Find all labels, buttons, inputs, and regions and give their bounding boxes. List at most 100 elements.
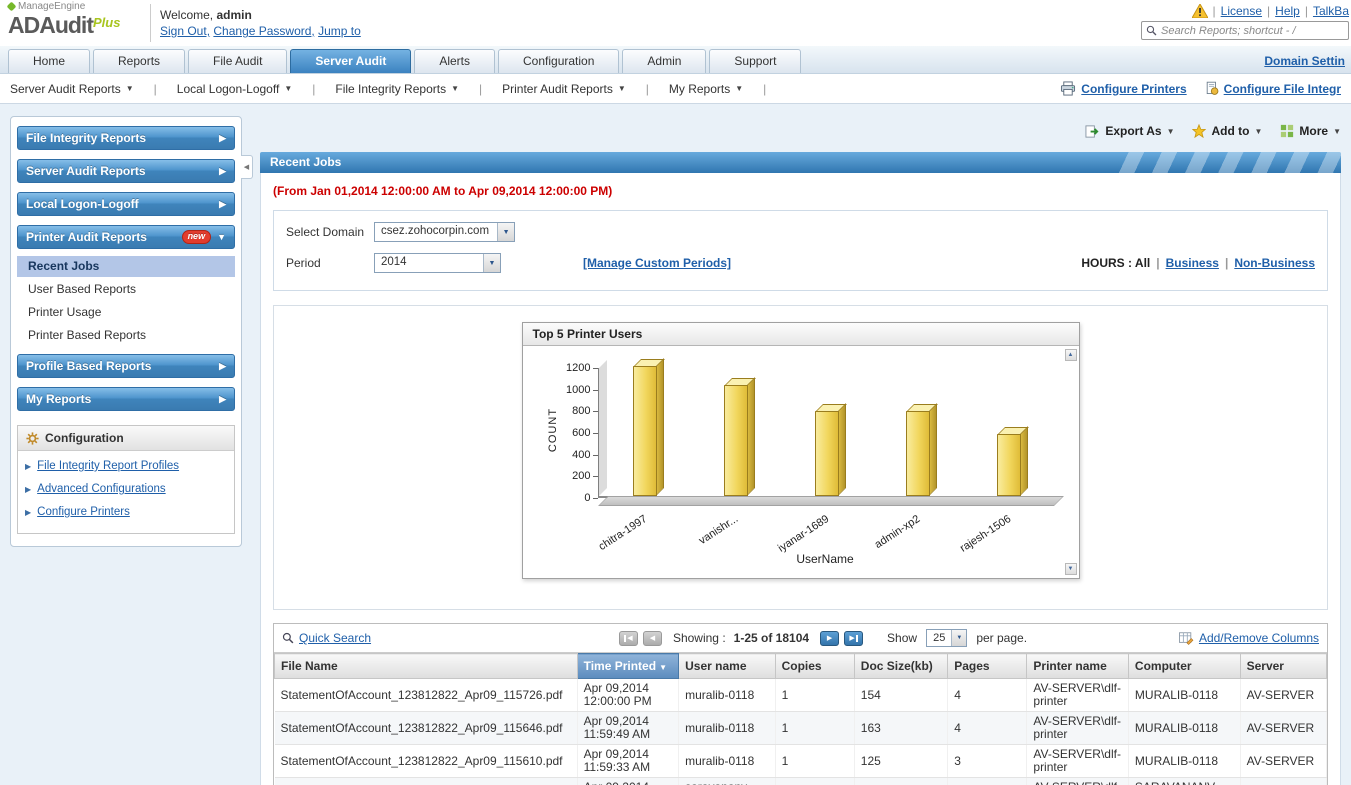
sidebar-subitem-user-based-reports[interactable]: User Based Reports: [17, 279, 235, 300]
search-box[interactable]: [1141, 21, 1349, 40]
add-remove-columns-link[interactable]: Add/Remove Columns: [1199, 631, 1319, 645]
period-select[interactable]: 2014 ▼: [374, 253, 501, 273]
table-cell: 3342: [854, 778, 947, 785]
table-cell: AV-SERVER: [1240, 745, 1326, 778]
column-header-pages[interactable]: Pages: [948, 654, 1027, 679]
manage-custom-periods-link[interactable]: [Manage Custom Periods]: [583, 256, 731, 270]
chevron-down-icon: ▼: [451, 84, 459, 93]
brand-plus-label: Plus: [93, 15, 120, 30]
sidebar-subitem-printer-based-reports[interactable]: Printer Based Reports: [17, 325, 235, 346]
config-link-configure-printers[interactable]: ▶ Configure Printers: [25, 506, 227, 518]
chevron-right-icon: ▶: [219, 199, 226, 210]
main-content: Export As▼ Add to▼ More▼ Recent Jobs (Fr…: [242, 116, 1351, 785]
search-input[interactable]: [1161, 25, 1344, 37]
menu-file-integrity-reports[interactable]: File Integrity Reports▼: [335, 82, 459, 96]
y-axis-tick: [593, 498, 598, 499]
add-to-button[interactable]: Add to▼: [1192, 124, 1262, 138]
change-password-link[interactable]: Change Password,: [213, 24, 314, 38]
talkback-link[interactable]: TalkBa: [1313, 4, 1349, 18]
y-axis-tick-label: 600: [551, 427, 591, 439]
sidebar-subitem-recent-jobs[interactable]: Recent Jobs: [17, 256, 235, 277]
grid-icon: [1280, 124, 1294, 138]
jump-to-link[interactable]: Jump to: [318, 24, 361, 38]
pagination-first-button[interactable]: ◀: [619, 631, 638, 646]
sidebar-item-profile-based-reports[interactable]: Profile Based Reports▶: [17, 354, 235, 378]
menu-my-reports[interactable]: My Reports▼: [669, 82, 743, 96]
chevron-right-icon: ▶: [219, 166, 226, 177]
tab-server-audit[interactable]: Server Audit: [290, 49, 411, 73]
file-gear-icon: [1205, 81, 1219, 96]
main-nav: Home Reports File Audit Server Audit Ale…: [0, 46, 1351, 74]
column-header-time-printed[interactable]: Time Printed▼: [577, 654, 679, 679]
chart-plot: [598, 368, 1053, 498]
chart-title: Top 5 Printer Users: [523, 323, 1079, 346]
sidebar-item-printer-audit-reports[interactable]: Printer Audit Reports new ▼: [17, 225, 235, 249]
column-header-printer-name[interactable]: Printer name: [1027, 654, 1129, 679]
showing-label: Showing :: [673, 631, 726, 645]
tab-admin[interactable]: Admin: [622, 49, 706, 73]
show-label: Show: [887, 631, 917, 645]
configure-printers-button[interactable]: Configure Printers: [1060, 81, 1186, 96]
table-cell: 1: [775, 778, 854, 785]
chart-scroll-down-button[interactable]: ▼: [1065, 563, 1077, 575]
column-header-user-name[interactable]: User name: [679, 654, 775, 679]
table-cell: AV-SERVER: [1240, 778, 1326, 785]
more-button[interactable]: More▼: [1280, 124, 1341, 138]
table-cell: 1: [775, 679, 854, 712]
column-header-doc-size[interactable]: Doc Size(kb): [854, 654, 947, 679]
sign-out-link[interactable]: Sign Out,: [160, 24, 210, 38]
license-link[interactable]: License: [1221, 4, 1262, 18]
hours-business-link[interactable]: Business: [1166, 256, 1219, 270]
domain-select[interactable]: csez.zohocorpin.com ▼: [374, 222, 515, 242]
sidebar-item-server-audit-reports[interactable]: Server Audit Reports▶: [17, 159, 235, 183]
sidebar-collapse-handle[interactable]: ◀: [241, 155, 253, 179]
column-header-server[interactable]: Server: [1240, 654, 1326, 679]
tab-configuration[interactable]: Configuration: [498, 49, 619, 73]
help-link[interactable]: Help: [1275, 4, 1300, 18]
warning-icon[interactable]: [1192, 4, 1208, 18]
chevron-down-icon: ▼: [284, 84, 292, 93]
printer-audit-submenu: Recent Jobs User Based Reports Printer U…: [17, 256, 235, 346]
chart-box: Top 5 Printer Users COUNT UserName ▲ ▼ 0…: [522, 322, 1080, 579]
tab-reports[interactable]: Reports: [93, 49, 185, 73]
app-logo: ManageEngine ADAuditPlus: [8, 1, 120, 36]
menu-server-audit-reports[interactable]: Server Audit Reports▼: [10, 82, 134, 96]
sidebar-item-file-integrity-reports[interactable]: File Integrity Reports▶: [17, 126, 235, 150]
table-row[interactable]: StatementOfAccount_123812822_Apr09_11564…: [275, 712, 1327, 745]
sidebar-item-local-logon-logoff[interactable]: Local Logon-Logoff▶: [17, 192, 235, 216]
column-header-copies[interactable]: Copies: [775, 654, 854, 679]
table-row[interactable]: StatementOfAccount_123812822_Apr09_11561…: [275, 745, 1327, 778]
export-as-button[interactable]: Export As▼: [1085, 124, 1174, 139]
sidebar-subitem-printer-usage[interactable]: Printer Usage: [17, 302, 235, 323]
y-axis-tick-label: 0: [551, 492, 591, 504]
table-row[interactable]: StatementOfAccount_123812822_Apr09_11572…: [275, 679, 1327, 712]
menu-local-logon-logoff[interactable]: Local Logon-Logoff▼: [177, 82, 292, 96]
tab-alerts[interactable]: Alerts: [414, 49, 495, 73]
config-link-advanced-configurations[interactable]: ▶ Advanced Configurations: [25, 483, 227, 495]
tab-home[interactable]: Home: [8, 49, 90, 73]
table-cell: 4: [948, 679, 1027, 712]
sidebar-item-my-reports[interactable]: My Reports▶: [17, 387, 235, 411]
quick-search-link[interactable]: Quick Search: [299, 631, 371, 645]
configure-file-integrity-button[interactable]: Configure File Integr: [1205, 81, 1341, 96]
column-header-file-name[interactable]: File Name: [275, 654, 578, 679]
column-header-computer[interactable]: Computer: [1128, 654, 1240, 679]
table-row[interactable]: Ticket.pdf Apr 09,2014 11:58:30 AM sarav…: [275, 778, 1327, 785]
menu-printer-audit-reports[interactable]: Printer Audit Reports▼: [502, 82, 626, 96]
jobs-table: File Name Time Printed▼ User name Copies…: [274, 653, 1327, 785]
hours-non-business-link[interactable]: Non-Business: [1234, 256, 1315, 270]
tab-file-audit[interactable]: File Audit: [188, 49, 287, 73]
pagination-prev-button[interactable]: ◀: [643, 631, 662, 646]
page-size-select[interactable]: 25 ▼: [926, 629, 967, 647]
chart-panel: Top 5 Printer Users COUNT UserName ▲ ▼ 0…: [273, 305, 1328, 610]
domain-settings-link[interactable]: Domain Settin: [1264, 54, 1345, 68]
y-axis-tick-label: 1200: [551, 362, 591, 374]
header-divider: [150, 4, 151, 42]
brand-product-label: ADAudit: [8, 12, 93, 38]
tab-support[interactable]: Support: [709, 49, 801, 73]
config-link-file-integrity-profiles[interactable]: ▶ File Integrity Report Profiles: [25, 460, 227, 472]
pagination-next-button[interactable]: ▶: [820, 631, 839, 646]
chart-scroll-up-button[interactable]: ▲: [1065, 349, 1077, 361]
pagination-last-button[interactable]: ▶: [844, 631, 863, 646]
table-cell: AV-SERVER: [1240, 712, 1326, 745]
